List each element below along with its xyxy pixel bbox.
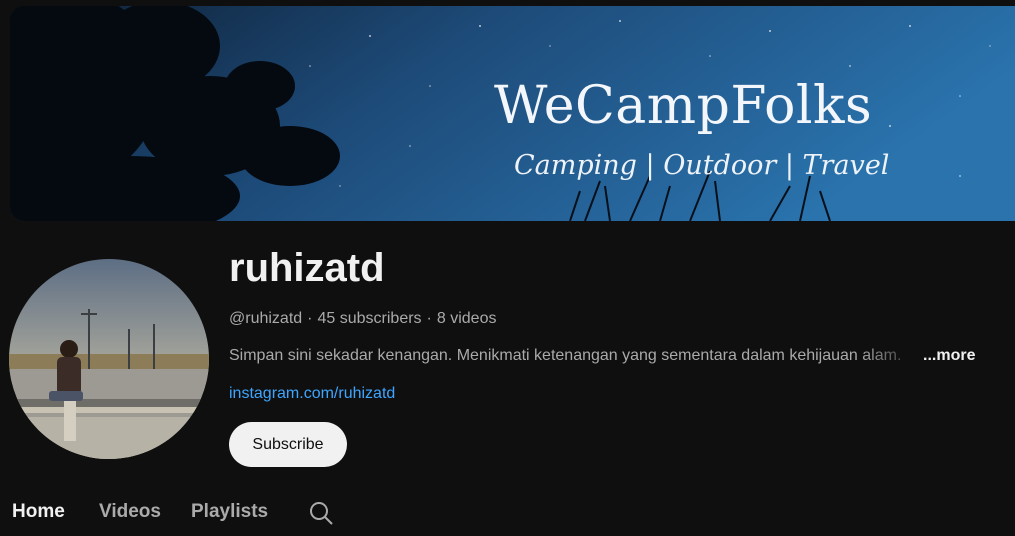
channel-description: Simpan sini sekadar kenangan. Menikmati … — [229, 347, 902, 364]
avatar-photo — [9, 259, 209, 459]
channel-tabs: Home Videos Playlists — [0, 496, 1015, 536]
separator-dot: · — [426, 310, 432, 327]
channel-page: WeCampFolks Camping | Outdoor | Travel r… — [0, 0, 1015, 536]
video-count: 8 videos — [436, 310, 497, 327]
channel-name: ruhizatd — [229, 246, 385, 290]
banner-title: WeCampFolks — [494, 76, 873, 136]
instagram-link[interactable]: instagram.com/ruhizatd — [229, 385, 395, 403]
channel-banner: WeCampFolks Camping | Outdoor | Travel — [10, 6, 1015, 221]
channel-description-row[interactable]: Simpan sini sekadar kenangan. Menikmati … — [229, 347, 989, 369]
channel-avatar[interactable] — [9, 259, 209, 459]
tab-videos[interactable]: Videos — [99, 501, 161, 523]
search-icon[interactable] — [308, 500, 334, 526]
banner-subtitle: Camping | Outdoor | Travel — [514, 150, 890, 181]
channel-meta: @ruhizatd · 45 subscribers · 8 videos — [229, 310, 496, 328]
more-button[interactable]: ...more — [923, 347, 975, 365]
channel-handle: @ruhizatd — [229, 310, 303, 327]
subscriber-count: 45 subscribers — [317, 310, 422, 327]
tab-playlists[interactable]: Playlists — [191, 501, 268, 523]
subscribe-button[interactable]: Subscribe — [229, 422, 347, 467]
separator-dot: · — [307, 310, 313, 327]
tab-home[interactable]: Home — [12, 501, 65, 523]
